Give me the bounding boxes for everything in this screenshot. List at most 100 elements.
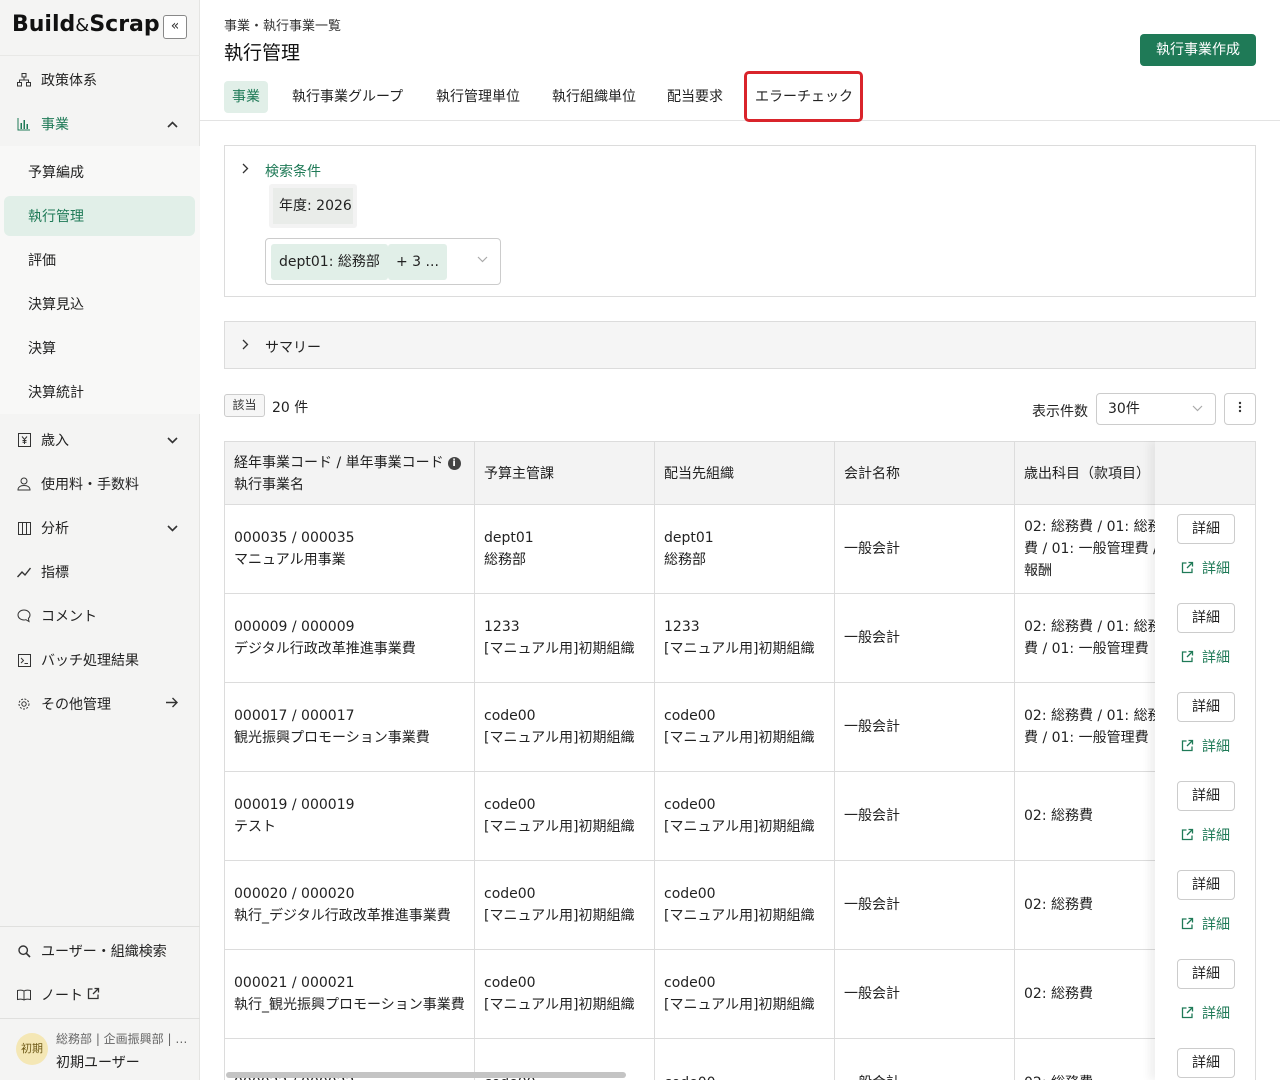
- tab-business[interactable]: 事業: [224, 81, 268, 113]
- sidebar-item-fees[interactable]: 使用料・手数料: [0, 462, 200, 506]
- sidebar-item-label: ノート: [41, 988, 83, 1004]
- submenu-item-budget[interactable]: 予算編成: [4, 152, 195, 192]
- user-org: 総務部 | 企画振興部 | …: [56, 1032, 186, 1046]
- cell-destination-org: code00 [マニュアル用]初期組織: [655, 683, 835, 771]
- sidebar-item-label: 分析: [41, 521, 69, 537]
- coins-user-icon: [16, 477, 32, 491]
- tab-bar: 事業 執行事業グループ 執行管理単位 執行組織単位 配当要求 エラーチェック: [200, 80, 1280, 121]
- sidebar-item-notes[interactable]: ノート: [0, 973, 200, 1017]
- collapse-sidebar-button[interactable]: «: [163, 15, 187, 39]
- submenu-item-execution[interactable]: 執行管理: [4, 196, 195, 236]
- cell-budget-dept: code00 [マニュアル用]初期組織: [475, 861, 655, 949]
- sidebar-item-user-search[interactable]: ユーザー・組織検索: [0, 929, 200, 973]
- cell-destination-org: code00: [655, 1039, 835, 1080]
- submenu-item-settlement[interactable]: 決算: [4, 328, 195, 368]
- submenu-item-statistics[interactable]: 決算統計: [4, 372, 195, 412]
- kebab-icon: [1238, 401, 1242, 417]
- result-count-badge: 該当: [224, 394, 265, 417]
- submenu-item-forecast[interactable]: 決算見込: [4, 284, 195, 324]
- column-header-code-name[interactable]: 経年事業コード / 単年事業コード i 執行事業名: [225, 442, 475, 505]
- sidebar-item-other-admin[interactable]: その他管理: [0, 682, 200, 726]
- detail-button[interactable]: 詳細: [1177, 692, 1235, 722]
- detail-button[interactable]: 詳細: [1177, 603, 1235, 633]
- cell-text: 執行_観光振興プロモーション事業費: [234, 997, 465, 1013]
- tab-allocation-request[interactable]: 配当要求: [659, 81, 731, 113]
- column-header-destination-org[interactable]: 配当先組織: [655, 442, 835, 505]
- user-profile[interactable]: 初期 総務部 | 企画振興部 | … 初期ユーザー: [0, 1020, 200, 1080]
- column-header-account[interactable]: 会計名称: [835, 442, 1015, 505]
- cell-text: [マニュアル用]初期組織: [664, 641, 815, 657]
- sidebar-item-analysis[interactable]: 分析: [0, 506, 200, 550]
- summary-panel[interactable]: サマリー: [224, 321, 1256, 369]
- tab-project-group[interactable]: 執行事業グループ: [284, 81, 411, 113]
- sidebar-item-label: ユーザー・組織検索: [41, 944, 167, 960]
- chevron-down-icon: [167, 521, 178, 535]
- page-title: 執行管理: [224, 42, 301, 64]
- sidebar-item-policy[interactable]: 政策体系: [0, 58, 200, 102]
- cell-text: dept01: [664, 530, 714, 546]
- cell-destination-org: 1233 [マニュアル用]初期組織: [655, 594, 835, 682]
- sidebar-item-business[interactable]: 事業: [0, 102, 200, 146]
- cell-account: 一般会計: [835, 1039, 1015, 1080]
- sidebar-item-batch-results[interactable]: バッチ処理結果: [0, 638, 200, 682]
- detail-link-label: 詳細: [1202, 650, 1230, 666]
- detail-new-tab-link[interactable]: 詳細: [1181, 914, 1230, 934]
- cell-text: code00: [484, 975, 536, 991]
- detail-new-tab-link[interactable]: 詳細: [1181, 1003, 1230, 1023]
- year-filter-chip[interactable]: 年度: 2026: [269, 184, 357, 228]
- detail-button[interactable]: 詳細: [1177, 514, 1235, 544]
- cell-text: 一般会計: [844, 541, 900, 557]
- detail-new-tab-link[interactable]: 詳細: [1181, 647, 1230, 667]
- comment-icon: [16, 609, 32, 623]
- create-execution-project-button[interactable]: 執行事業作成: [1140, 34, 1256, 66]
- more-options-button[interactable]: [1224, 393, 1256, 425]
- app-logo[interactable]: Build&Scrap «: [0, 0, 200, 56]
- tab-org-unit[interactable]: 執行組織単位: [544, 81, 644, 113]
- sidebar-item-label: 政策体系: [41, 73, 97, 89]
- cell-budget-dept: dept01 総務部: [475, 505, 655, 593]
- detail-button[interactable]: 詳細: [1177, 870, 1235, 900]
- hierarchy-icon: [16, 73, 32, 87]
- column-header-budget-dept[interactable]: 予算主管課: [475, 442, 655, 505]
- horizontal-scrollbar[interactable]: [226, 1072, 626, 1078]
- chevron-right-icon[interactable]: [242, 163, 249, 177]
- department-multiselect[interactable]: dept01: 総務部 + 3 ...: [265, 238, 501, 285]
- execution-projects-table: 経年事業コード / 単年事業コード i 執行事業名 予算主管課 配当先組織 会計名…: [224, 441, 1256, 1080]
- cell-account: 一般会計: [835, 505, 1015, 593]
- sidebar-item-comments[interactable]: コメント: [0, 594, 200, 638]
- columns-icon: [16, 521, 32, 535]
- chevron-down-icon: [477, 253, 488, 266]
- table-row: 000017 / 000017 観光振興プロモーション事業費 code00 [マニュア…: [225, 683, 1255, 772]
- department-tag[interactable]: dept01: 総務部: [271, 244, 388, 280]
- info-icon[interactable]: i: [447, 456, 461, 470]
- cell-text: [マニュアル用]初期組織: [664, 908, 815, 924]
- per-page-select[interactable]: 30件: [1096, 393, 1216, 425]
- tab-management-unit[interactable]: 執行管理単位: [428, 81, 528, 113]
- sidebar-item-revenue[interactable]: 歳入: [0, 418, 200, 462]
- submenu-item-evaluation[interactable]: 評価: [4, 240, 195, 280]
- cell-text: code00: [484, 708, 536, 724]
- summary-title: サマリー: [265, 340, 321, 356]
- detail-new-tab-link[interactable]: 詳細: [1181, 558, 1230, 578]
- cell-text: [マニュアル用]初期組織: [664, 997, 815, 1013]
- sidebar-item-indicators[interactable]: 指標: [0, 550, 200, 594]
- more-departments-tag[interactable]: + 3 ...: [388, 244, 447, 280]
- cell-text: code00: [664, 886, 716, 902]
- table-row: 000009 / 000009 デジタル行政改革推進事業費 1233 [マニュアル用]…: [225, 594, 1255, 683]
- cell-text: テスト: [234, 819, 276, 835]
- cell-code-name: 000020 / 000020 執行_デジタル行政改革推進事業費: [225, 861, 475, 949]
- actions-header: [1155, 441, 1255, 505]
- detail-link-label: 詳細: [1202, 828, 1230, 844]
- cell-text: 000020 / 000020: [234, 886, 355, 902]
- detail-new-tab-link[interactable]: 詳細: [1181, 736, 1230, 756]
- detail-new-tab-link[interactable]: 詳細: [1181, 825, 1230, 845]
- sidebar-item-label: 使用料・手数料: [41, 477, 139, 493]
- detail-button[interactable]: 詳細: [1177, 781, 1235, 811]
- external-link-icon: [1181, 650, 1194, 667]
- external-link-icon: [1181, 828, 1194, 845]
- book-icon: [16, 989, 32, 1001]
- cell-code-name: 000035 / 000035 マニュアル用事業: [225, 505, 475, 593]
- search-conditions-title[interactable]: 検索条件: [265, 161, 321, 181]
- detail-button[interactable]: 詳細: [1177, 1048, 1235, 1078]
- detail-button[interactable]: 詳細: [1177, 959, 1235, 989]
